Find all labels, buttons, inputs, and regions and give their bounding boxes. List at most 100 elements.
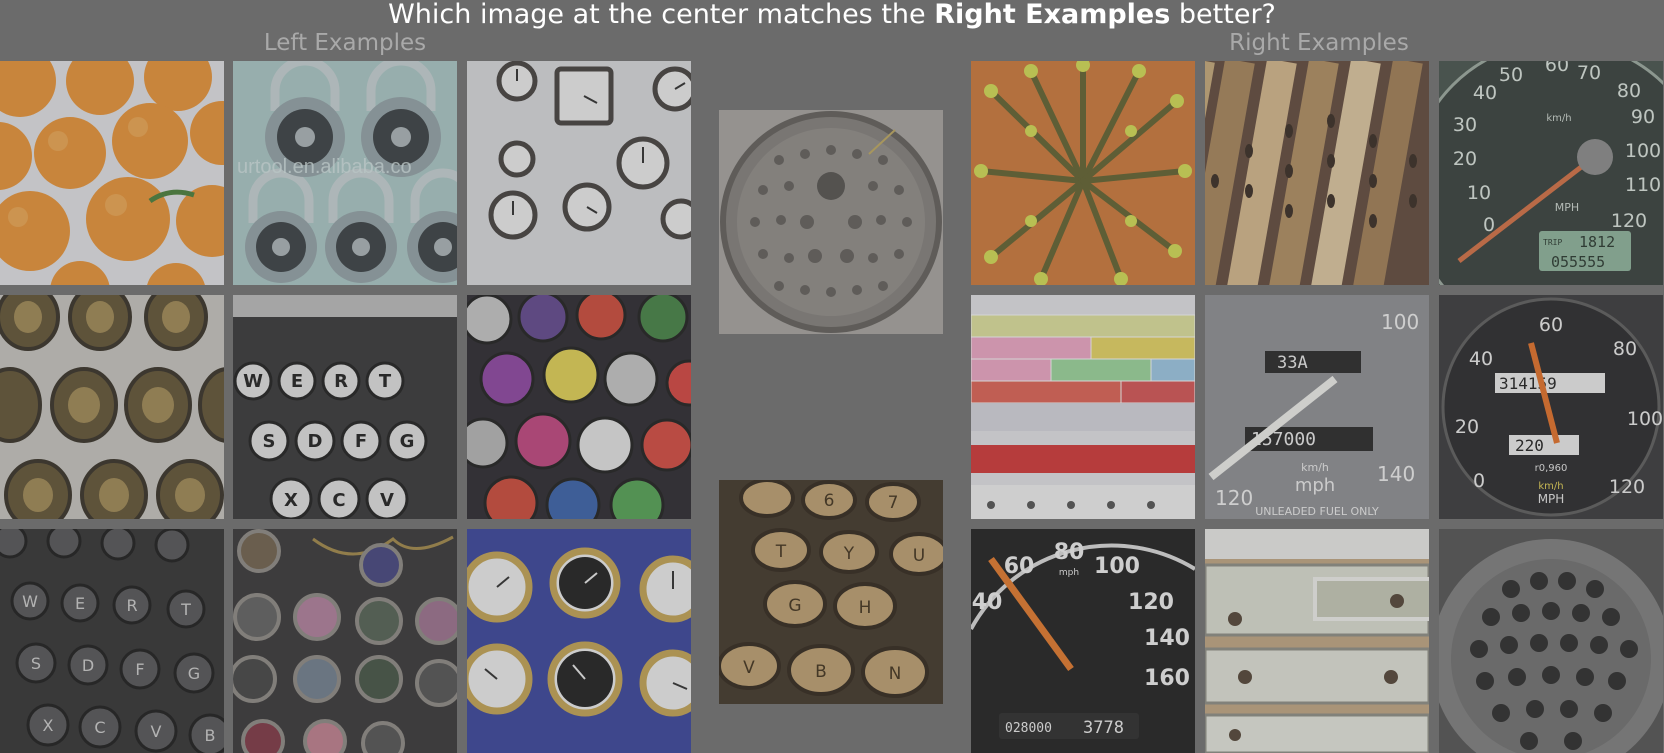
key-label: V <box>743 658 755 678</box>
manhole-cover-image[interactable] <box>719 110 943 334</box>
odometer-value: 055555 <box>1551 253 1605 271</box>
typewriter-keys-image: W E R T S D F G X C V <box>233 295 457 519</box>
dark-typewriter-image: W E R T S D F G X C V B <box>0 529 224 753</box>
tick-label: 140 <box>1377 462 1415 486</box>
speedometer-silver-image: 100 120 140 33A 157000 km/h mph UNLEADED… <box>1205 295 1429 519</box>
question-text: Which image at the center matches the Ri… <box>0 0 1664 30</box>
comparison-task: Which image at the center matches the Ri… <box>0 0 1664 753</box>
key-label: T <box>379 371 392 392</box>
tick-label: 60 <box>1539 314 1563 336</box>
key-label: R <box>334 371 348 392</box>
key-label: V <box>380 490 394 511</box>
tick-label: 80 <box>1054 540 1085 565</box>
key-label: X <box>284 490 298 511</box>
tick-label: 140 <box>1144 626 1190 651</box>
oranges-image <box>0 61 224 285</box>
tick-label: 60 <box>1004 554 1035 579</box>
key-label: W <box>22 592 38 611</box>
left-examples-label: Left Examples <box>263 30 427 56</box>
key-label: C <box>332 490 345 511</box>
unit-label: MPH <box>1538 492 1565 506</box>
key-label: T <box>180 600 191 619</box>
key-label: G <box>400 431 415 452</box>
speedometer-dark-image: 0 20 40 60 80 100 120 314159 220 r0,960 … <box>1439 295 1663 519</box>
tick-label: 20 <box>1453 148 1477 170</box>
question-prefix: Which image at the center matches the <box>388 0 935 30</box>
key-label: F <box>135 660 144 679</box>
dresser-image <box>1205 529 1429 753</box>
tick-label: 120 <box>1609 476 1645 498</box>
unit-label: MPH <box>1555 201 1579 214</box>
tick-label: 40 <box>1469 348 1493 370</box>
marine-clocks-image <box>467 529 691 753</box>
tick-label: 20 <box>1455 416 1479 438</box>
pencils-image <box>971 61 1195 285</box>
trip-value: 1812 <box>1579 233 1615 251</box>
key-label: F <box>355 431 367 452</box>
odometer-top: 314159 <box>1499 374 1557 393</box>
pendants-image <box>233 529 457 753</box>
unit-label: mph <box>1295 475 1335 496</box>
tick-label: 70 <box>1577 62 1601 84</box>
key-label: N <box>889 664 902 684</box>
tick-label: 30 <box>1453 114 1477 136</box>
tick-label: 40 <box>972 590 1003 615</box>
key-label: S <box>263 431 276 452</box>
key-label: G <box>788 596 801 616</box>
key-label: D <box>308 431 323 452</box>
tick-label: 100 <box>1094 554 1140 579</box>
tick-label: 10 <box>1467 182 1491 204</box>
key-label: T <box>775 542 787 562</box>
watermark-text: urtool.en.alibaba.co <box>237 156 412 178</box>
wall-clocks-image <box>467 61 691 285</box>
tick-label: 110 <box>1625 174 1661 196</box>
tick-label: 120 <box>1215 486 1253 510</box>
unit-label: km/h <box>1546 113 1571 124</box>
tick-label: 40 <box>1473 82 1497 104</box>
key-label: C <box>94 718 105 737</box>
tick-label: 160 <box>1144 666 1190 691</box>
counting-cubes-image <box>971 295 1195 519</box>
unit-label: mph <box>1059 568 1079 578</box>
key-label: Y <box>843 544 855 564</box>
key-label: G <box>188 664 200 683</box>
key-label: W <box>243 371 263 392</box>
key-label: U <box>913 546 925 566</box>
tick-label: 90 <box>1631 106 1655 128</box>
padlocks-image: urtool.en.alibaba.co <box>233 61 457 285</box>
unit-label: km/h <box>1538 481 1563 492</box>
tick-label: 120 <box>1128 590 1174 615</box>
tick-label: 100 <box>1627 408 1663 430</box>
key-label: S <box>31 654 41 673</box>
key-label: V <box>151 722 162 741</box>
question-emphasis: Right Examples <box>934 0 1171 30</box>
tick-label: 80 <box>1617 80 1641 102</box>
odometer-value: 220 <box>1515 436 1544 455</box>
tick-label: 80 <box>1613 338 1637 360</box>
tick-label: 50 <box>1499 64 1523 86</box>
key-label: R <box>126 596 137 615</box>
key-label: 7 <box>888 493 899 513</box>
key-label: D <box>82 656 94 675</box>
tick-label: 60 <box>1545 61 1569 76</box>
bottle-caps-image <box>467 295 691 519</box>
odometer-value: 028000 <box>1005 721 1052 736</box>
trip-value: 3778 <box>1083 718 1124 738</box>
brass-typewriter-image[interactable]: 6 7 T Y U G H V B N <box>719 480 943 704</box>
rate-label: r0,960 <box>1535 463 1568 474</box>
tick-label: 100 <box>1625 140 1661 162</box>
question-suffix: better? <box>1170 0 1276 30</box>
odometer-top: 33A <box>1277 353 1308 373</box>
key-label: 6 <box>824 491 835 511</box>
flutes-image <box>1205 61 1429 285</box>
tick-label: 120 <box>1611 210 1647 232</box>
trip-label: TRIP <box>1543 238 1562 247</box>
speedometer-green-image: 0 10 20 30 40 50 60 70 80 90 100 110 120… <box>1439 61 1663 285</box>
key-label: E <box>291 371 303 392</box>
tick-label: 100 <box>1381 310 1419 334</box>
tick-label: 0 <box>1473 470 1485 492</box>
right-examples-label: Right Examples <box>1229 30 1409 56</box>
key-label: B <box>815 662 827 682</box>
speedometer-black-image: 40 60 80 100 120 140 160 mph 028000 3778 <box>971 529 1195 753</box>
key-label: X <box>43 716 54 735</box>
